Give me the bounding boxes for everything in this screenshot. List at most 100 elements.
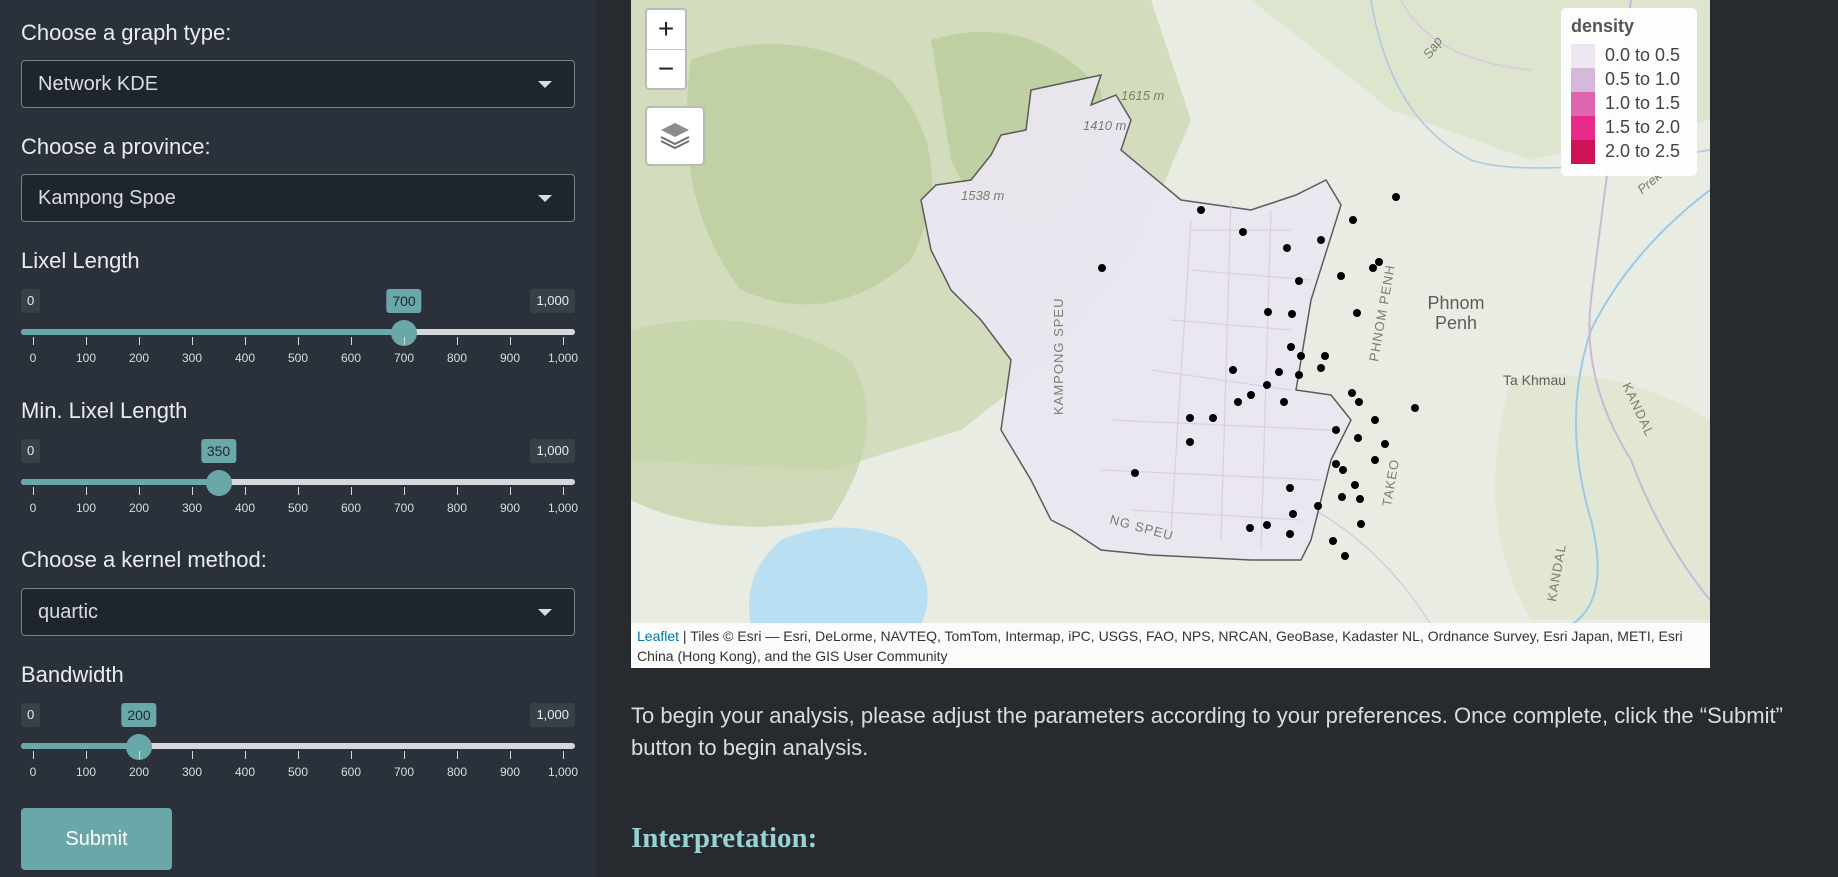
slider-tick-label: 200 [128, 501, 150, 515]
region-label: KAMPONG SPEU [1051, 297, 1066, 415]
kernel-label: Choose a kernel method: [21, 547, 267, 572]
legend-swatch [1571, 116, 1595, 140]
slider-tick-label: 900 [499, 501, 521, 515]
slider-tick [563, 337, 564, 345]
slider-tick [298, 751, 299, 759]
zoom-out-button[interactable]: − [647, 50, 685, 89]
slider-ticks: 0 100 200 300 400 500 600 700 800 900 1,000 [21, 337, 578, 377]
caret-down-icon [538, 81, 552, 88]
slider-tick-label: 0 [29, 501, 37, 515]
slider-tick [192, 337, 193, 345]
slider-tick [510, 751, 511, 759]
slider-tick-label: 0 [29, 765, 37, 779]
leaflet-link[interactable]: Leaflet [637, 628, 679, 644]
zoom-in-button[interactable]: + [647, 10, 685, 49]
legend-swatch [1571, 44, 1595, 68]
map-attribution: Leaflet | Tiles © Esri — Esri, DeLorme, … [631, 623, 1710, 668]
legend-swatch [1571, 140, 1595, 164]
legend-label: 0.5 to 1.0 [1605, 69, 1681, 89]
slider-tick-label: 800 [446, 501, 468, 515]
slider-tick [298, 337, 299, 345]
city-label-phnom-penh: Phnom Penh [1427, 293, 1485, 333]
slider-tick-label: 700 [393, 765, 415, 779]
legend-label: 1.5 to 2.0 [1605, 117, 1681, 137]
submit-button[interactable]: Submit [21, 808, 172, 870]
slider-tick-label: 700 [393, 351, 415, 365]
province-value: Kampong Spoe [38, 187, 176, 209]
min-lixel-length-slider[interactable]: 0 1,000 350 0 100 200 300 400 500 600 700 800 900… [21, 439, 579, 529]
province-select[interactable]: Kampong Spoe [21, 174, 575, 222]
slider-min-badge: 0 [21, 439, 41, 463]
slider-tick [192, 487, 193, 495]
caret-down-icon [538, 195, 552, 202]
slider-fill [21, 743, 139, 749]
sidebar: Choose a graph type: Network KDE Choose … [0, 0, 596, 877]
slider-tick [404, 337, 405, 345]
slider-fill [21, 479, 219, 485]
slider-tick-label: 700 [393, 501, 415, 515]
slider-value-badge: 700 [386, 289, 422, 313]
graph-type-value: Network KDE [38, 73, 159, 95]
slider-tick [86, 487, 87, 495]
min-lixel-length-label: Min. Lixel Length [21, 398, 188, 423]
slider-tick [139, 337, 140, 345]
slider-tick-label: 1,000 [547, 765, 579, 779]
lixel-length-slider[interactable]: 0 1,000 700 0 100 200 300 400 500 600 700 800 900… [21, 289, 578, 379]
attribution-text: | Tiles © Esri — Esri, DeLorme, NAVTEQ, … [637, 628, 1683, 664]
slider-tick-label: 900 [499, 351, 521, 365]
slider-tick-label: 800 [446, 765, 468, 779]
slider-tick-label: 100 [75, 765, 97, 779]
legend-label: 2.0 to 2.5 [1605, 141, 1681, 161]
graph-type-select[interactable]: Network KDE [21, 60, 575, 108]
slider-tick [404, 751, 405, 759]
slider-tick-label: 500 [287, 765, 309, 779]
slider-tick [351, 751, 352, 759]
legend-label: 0.0 to 0.5 [1605, 45, 1681, 65]
legend-swatch [1571, 92, 1595, 116]
slider-tick [457, 337, 458, 345]
slider-tick-label: 1,000 [547, 501, 579, 515]
slider-tick [86, 337, 87, 345]
map-basemap [631, 0, 1710, 668]
slider-tick-label: 300 [181, 501, 203, 515]
slider-tick-label: 200 [128, 351, 150, 365]
map-view[interactable]: 1615 m 1410 m 1538 m Sap Prek Phnom Penh… [631, 0, 1710, 668]
legend-swatch [1571, 68, 1595, 92]
slider-max-badge: 1,000 [530, 289, 575, 313]
slider-tick-label: 400 [234, 765, 256, 779]
elevation-label: 1410 m [1083, 118, 1127, 133]
slider-max-badge: 1,000 [530, 439, 575, 463]
slider-ticks: 0 100 200 300 400 500 600 700 800 900 1,000 [21, 751, 579, 791]
slider-tick [86, 751, 87, 759]
slider-tick [192, 751, 193, 759]
bandwidth-label: Bandwidth [21, 662, 124, 687]
slider-tick-label: 100 [75, 501, 97, 515]
slider-tick [245, 751, 246, 759]
layers-button[interactable] [645, 106, 705, 166]
interpretation-heading: Interpretation: [631, 822, 818, 854]
kernel-value: quartic [38, 601, 99, 623]
province-label: Choose a province: [21, 134, 211, 159]
slider-tick [457, 751, 458, 759]
slider-tick [139, 751, 140, 759]
slider-max-badge: 1,000 [530, 703, 575, 727]
slider-tick [33, 487, 34, 495]
city-label-ta-khmau: Ta Khmau [1503, 372, 1567, 388]
slider-tick-label: 600 [340, 351, 362, 365]
slider-tick-label: 600 [340, 765, 362, 779]
kernel-select[interactable]: quartic [21, 588, 575, 636]
slider-tick [510, 337, 511, 345]
slider-tick [298, 487, 299, 495]
bandwidth-slider[interactable]: 0 1,000 200 0 100 200 300 400 500 600 700 800 900… [21, 703, 579, 793]
elevation-label: 1538 m [961, 188, 1005, 203]
slider-tick-label: 400 [234, 351, 256, 365]
slider-tick-label: 300 [181, 351, 203, 365]
slider-fill [21, 329, 404, 335]
slider-tick-label: 500 [287, 351, 309, 365]
layers-icon [660, 123, 690, 150]
slider-min-badge: 0 [21, 703, 41, 727]
legend-title: density [1571, 16, 1635, 36]
slider-tick-label: 0 [29, 351, 37, 365]
elevation-label: 1615 m [1121, 88, 1165, 103]
slider-tick [563, 751, 564, 759]
